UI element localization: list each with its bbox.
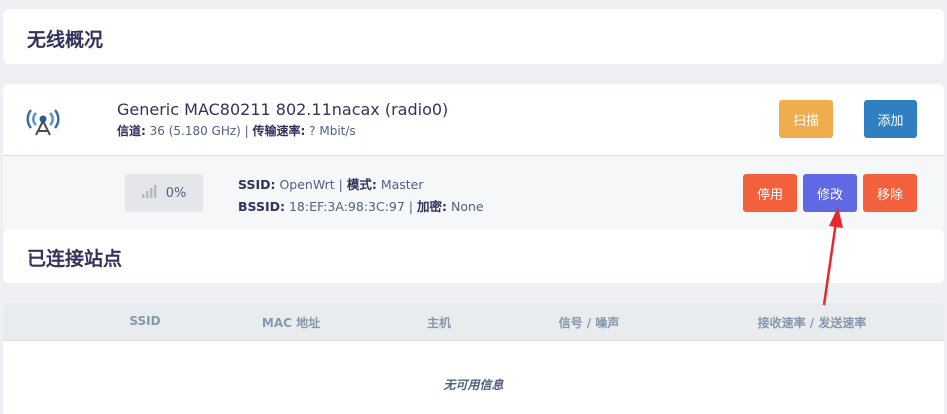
column-header-host: 主机 [426, 316, 452, 330]
stations-table: SSID MAC 地址 主机 信号 / 噪声 接收速率 / 发送速率 无可用信息 [3, 303, 944, 414]
column-header-mac: MAC 地址 [261, 316, 321, 330]
encryption-value: None [447, 199, 484, 214]
column-header-rx-tx-rate: 接收速率 / 发送速率 [757, 316, 867, 330]
radio-card: Generic MAC80211 802.11nacax (radio0) 信道… [3, 84, 944, 230]
table-header: SSID MAC 地址 主机 信号 / 噪声 接收速率 / 发送速率 [3, 303, 944, 341]
wireless-antenna-icon [23, 100, 63, 140]
ssid-value: OpenWrt | [275, 177, 347, 192]
bssid-line: BSSID: 18:EF:3A:98:3C:97 | 加密: None [238, 196, 484, 218]
connected-stations-card: 已连接站点 [3, 229, 944, 283]
bitrate-label: 传输速率: [252, 124, 306, 138]
radio-name: Generic MAC80211 802.11nacax (radio0) [117, 100, 449, 119]
mode-value: Master [376, 177, 424, 192]
edit-button[interactable]: 修改 [803, 174, 857, 212]
radio-row: Generic MAC80211 802.11nacax (radio0) 信道… [3, 84, 944, 156]
remove-button[interactable]: 移除 [863, 174, 917, 212]
bssid-value: 18:EF:3A:98:3C:97 | [285, 199, 417, 214]
scan-button[interactable]: 扫描 [779, 100, 833, 138]
channel-label: 信道: [117, 124, 146, 138]
section-title: 已连接站点 [27, 248, 123, 270]
column-header-signal-noise: 信号 / 噪声 [558, 316, 620, 330]
signal-badge: 0% [125, 174, 203, 212]
disable-button[interactable]: 停用 [743, 174, 797, 212]
network-info: SSID: OpenWrt | 模式: Master BSSID: 18:EF:… [238, 174, 484, 218]
ssid-label: SSID: [238, 177, 276, 192]
column-header-ssid: SSID [129, 314, 161, 328]
encryption-label: 加密: [417, 199, 447, 214]
wireless-overview-card: 无线概况 [3, 9, 944, 64]
bssid-label: BSSID: [238, 199, 285, 214]
add-button[interactable]: 添加 [864, 100, 917, 138]
signal-bars-icon [141, 184, 158, 202]
radio-info: 信道: 36 (5.180 GHz) | 传输速率: ? Mbit/s [117, 122, 356, 139]
ssid-line: SSID: OpenWrt | 模式: Master [238, 174, 484, 196]
page-title: 无线概况 [27, 29, 104, 51]
empty-table-message: 无可用信息 [443, 378, 504, 392]
mode-label: 模式: [346, 177, 377, 192]
bitrate-value: ? Mbit/s [305, 124, 356, 138]
signal-percent: 0% [165, 185, 187, 201]
network-row: 0% SSID: OpenWrt | 模式: Master BSSID: 18:… [3, 156, 944, 230]
channel-value: 36 (5.180 GHz) | [145, 124, 253, 138]
